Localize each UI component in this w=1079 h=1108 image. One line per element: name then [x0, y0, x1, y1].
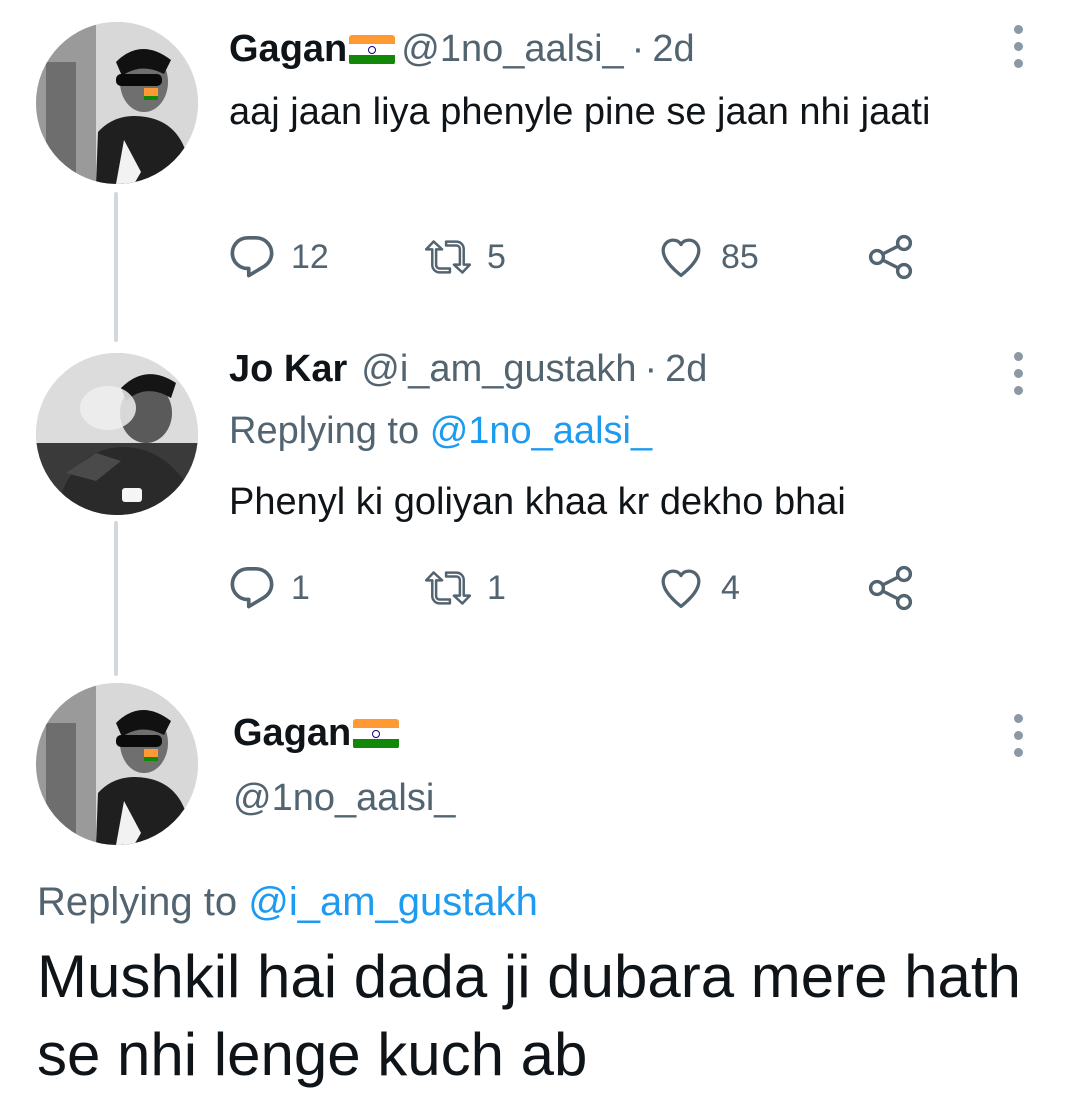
reply-icon	[230, 567, 274, 609]
more-vertical-icon	[1013, 714, 1023, 723]
more-vertical-icon	[1013, 352, 1023, 361]
more-options-button[interactable]	[1010, 352, 1026, 395]
like-count: 4	[721, 568, 740, 607]
reply-count: 12	[291, 237, 329, 276]
retweet-count: 1	[487, 568, 506, 607]
user-handle[interactable]: @i_am_gustakh	[361, 348, 636, 391]
display-name[interactable]: Gagan	[229, 28, 347, 71]
display-name[interactable]: Gagan	[233, 712, 351, 755]
retweet-button[interactable]: 5	[425, 234, 506, 280]
retweet-count: 5	[487, 237, 506, 276]
retweet-button[interactable]: 1	[425, 565, 506, 611]
retweet-icon	[425, 571, 471, 605]
replying-to: Replying to @i_am_gustakh	[37, 880, 538, 925]
replying-label: Replying to	[229, 410, 420, 452]
share-button[interactable]	[867, 564, 915, 612]
avatar[interactable]	[36, 683, 198, 845]
replying-to-handle[interactable]: @1no_aalsi_	[430, 410, 652, 452]
focused-tweet-name-row: Gagan	[233, 712, 405, 755]
more-vertical-icon	[1013, 25, 1023, 34]
india-flag-icon	[349, 34, 396, 65]
india-flag-icon	[353, 718, 400, 749]
thread-line	[114, 192, 118, 342]
reply-count: 1	[291, 568, 310, 607]
separator-dot: ·	[631, 28, 645, 70]
tweet-header: Gagan @1no_aalsi_ · 2d	[229, 28, 695, 71]
thread-line	[114, 521, 118, 676]
tweet-header: Jo Kar @i_am_gustakh · 2d	[229, 348, 707, 391]
user-handle[interactable]: @1no_aalsi_	[233, 777, 455, 820]
retweet-icon	[425, 240, 471, 274]
reply-button[interactable]: 1	[229, 565, 310, 611]
replying-label: Replying to	[37, 880, 238, 924]
like-button[interactable]: 4	[657, 565, 740, 611]
more-options-button[interactable]	[1010, 714, 1026, 757]
tweet-text: Phenyl ki goliyan khaa kr dekho bhai	[229, 481, 846, 523]
heart-icon	[661, 238, 701, 278]
tweet-text: aaj jaan liya phenyle pine se jaan nhi j…	[229, 91, 931, 133]
share-icon	[868, 234, 913, 280]
reply-icon	[230, 236, 274, 278]
like-button[interactable]: 85	[657, 234, 759, 280]
timestamp[interactable]: 2d	[665, 348, 707, 391]
more-options-button[interactable]	[1010, 25, 1026, 68]
display-name[interactable]: Jo Kar	[229, 348, 347, 391]
user-handle[interactable]: @1no_aalsi_	[401, 28, 623, 71]
share-button[interactable]	[867, 233, 915, 281]
reply-button[interactable]: 12	[229, 234, 329, 280]
timestamp[interactable]: 2d	[652, 28, 694, 71]
share-icon	[868, 565, 913, 611]
like-count: 85	[721, 237, 759, 276]
avatar[interactable]	[36, 353, 198, 515]
separator-dot: ·	[644, 348, 658, 390]
replying-to-handle[interactable]: @i_am_gustakh	[248, 880, 538, 924]
heart-icon	[661, 569, 701, 609]
focused-tweet-text: Mushkil hai dada ji dubara mere hath se …	[37, 943, 1021, 1088]
avatar[interactable]	[36, 22, 198, 184]
replying-to: Replying to @1no_aalsi_	[229, 410, 652, 453]
